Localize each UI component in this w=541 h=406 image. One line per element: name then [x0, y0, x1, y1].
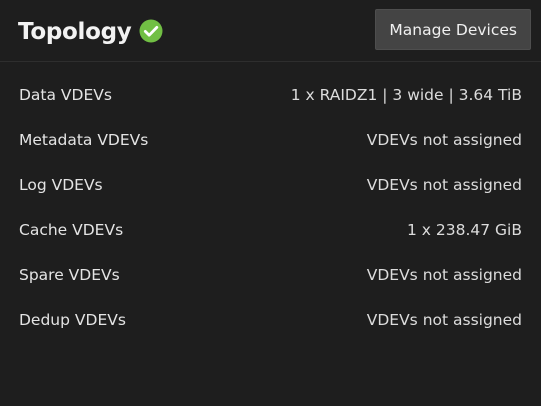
vdev-list: Data VDEVs 1 x RAIDZ1 | 3 wide | 3.64 Ti…: [0, 62, 541, 342]
row-value: VDEVs not assigned: [366, 175, 522, 194]
row-metadata-vdevs: Metadata VDEVs VDEVs not assigned: [0, 117, 541, 162]
row-label: Spare VDEVs: [19, 265, 120, 284]
row-label: Dedup VDEVs: [19, 310, 126, 329]
row-spare-vdevs: Spare VDEVs VDEVs not assigned: [0, 252, 541, 297]
row-value: VDEVs not assigned: [366, 310, 522, 329]
manage-devices-button[interactable]: Manage Devices: [375, 9, 531, 50]
check-circle-icon: [139, 19, 163, 43]
topology-card: Topology Manage Devices Data VDEVs 1 x R…: [0, 0, 541, 406]
row-value: 1 x 238.47 GiB: [406, 220, 522, 239]
row-label: Log VDEVs: [19, 175, 103, 194]
card-header: Topology Manage Devices: [0, 0, 541, 62]
row-label: Data VDEVs: [19, 85, 112, 104]
row-data-vdevs: Data VDEVs 1 x RAIDZ1 | 3 wide | 3.64 Ti…: [0, 72, 541, 117]
row-value: VDEVs not assigned: [366, 130, 522, 149]
row-value: 1 x RAIDZ1 | 3 wide | 3.64 TiB: [290, 85, 522, 104]
row-label: Cache VDEVs: [19, 220, 124, 239]
title-wrap: Topology: [18, 17, 163, 45]
row-value: VDEVs not assigned: [366, 265, 522, 284]
row-log-vdevs: Log VDEVs VDEVs not assigned: [0, 162, 541, 207]
row-cache-vdevs: Cache VDEVs 1 x 238.47 GiB: [0, 207, 541, 252]
card-title: Topology: [18, 18, 132, 45]
row-dedup-vdevs: Dedup VDEVs VDEVs not assigned: [0, 297, 541, 342]
row-label: Metadata VDEVs: [19, 130, 149, 149]
